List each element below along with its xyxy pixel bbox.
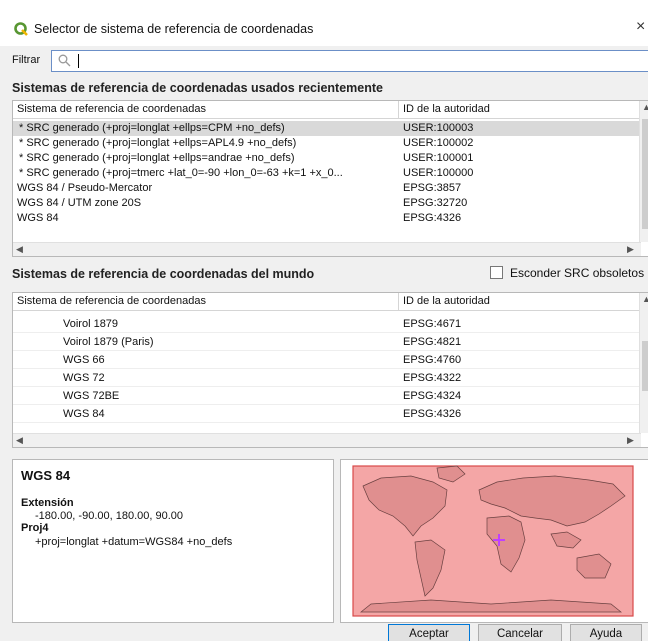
hide-deprecated-label[interactable]: Esconder SRC obsoletos bbox=[510, 266, 644, 280]
vertical-scrollbar[interactable]: ▲ bbox=[639, 293, 648, 433]
proj4-label: Proj4 bbox=[21, 522, 49, 534]
filter-label: Filtrar bbox=[12, 54, 41, 66]
recent-crs-table: Sistema de referencia de coordenadas ID … bbox=[12, 100, 648, 257]
crs-name-cell: * SRC generado (+proj=longlat +ellps=CPM… bbox=[19, 122, 285, 134]
column-divider[interactable] bbox=[398, 101, 399, 119]
horizontal-scrollbar[interactable]: ◀ ▶ bbox=[13, 242, 641, 256]
column-header-authority-id[interactable]: ID de la autoridad bbox=[403, 103, 490, 115]
authority-id-cell: EPSG:3857 bbox=[403, 182, 462, 194]
scroll-up-icon[interactable]: ▲ bbox=[642, 294, 648, 304]
extent-value: -180.00, -90.00, 180.00, 90.00 bbox=[35, 510, 184, 522]
authority-id-cell: EPSG:4324 bbox=[403, 390, 462, 402]
scrollbar-thumb[interactable] bbox=[642, 119, 648, 229]
accept-button[interactable]: Aceptar bbox=[388, 624, 470, 641]
help-button[interactable]: Ayuda bbox=[570, 624, 642, 641]
column-header-crs[interactable]: Sistema de referencia de coordenadas bbox=[17, 103, 206, 115]
column-divider[interactable] bbox=[398, 293, 399, 311]
crs-name-cell: Voirol 1879 bbox=[63, 318, 119, 330]
scroll-right-icon[interactable]: ▶ bbox=[627, 435, 634, 446]
tree-item[interactable]: WGS 72BE EPSG:4324 bbox=[13, 387, 641, 405]
tree-item[interactable]: WGS 84 EPSG:4326 bbox=[13, 405, 641, 423]
crs-name-cell: Voirol 1879 (Paris) bbox=[63, 336, 154, 348]
authority-id-cell: EPSG:32720 bbox=[403, 197, 468, 209]
authority-id-cell: USER:100001 bbox=[403, 152, 474, 164]
tree-item[interactable]: Voirol 1879 EPSG:4671 bbox=[13, 315, 641, 333]
world-crs-table: Sistema de referencia de coordenadas ID … bbox=[12, 292, 648, 448]
scroll-left-icon[interactable]: ◀ bbox=[16, 435, 23, 446]
table-row[interactable]: WGS 84 / UTM zone 20S EPSG:32720 bbox=[13, 196, 641, 211]
crs-name-cell: WGS 66 bbox=[63, 354, 105, 366]
scroll-right-icon[interactable]: ▶ bbox=[627, 244, 634, 255]
authority-id-cell: EPSG:4760 bbox=[403, 354, 462, 366]
authority-id-cell: EPSG:4326 bbox=[403, 408, 462, 420]
filter-row: Filtrar bbox=[0, 50, 648, 72]
window-title: Selector de sistema de referencia de coo… bbox=[34, 22, 314, 36]
authority-id-cell: EPSG:4821 bbox=[403, 336, 462, 348]
table-row[interactable]: WGS 84 / Pseudo-Mercator EPSG:3857 bbox=[13, 181, 641, 196]
table-row[interactable]: WGS 84 EPSG:4326 bbox=[13, 211, 641, 226]
crs-details-panel: WGS 84 Extensión -180.00, -90.00, 180.00… bbox=[12, 459, 334, 623]
tree-item[interactable]: WGS 72 EPSG:4322 bbox=[13, 369, 641, 387]
crs-name-cell: * SRC generado (+proj=tmerc +lat_0=-90 +… bbox=[19, 167, 343, 179]
crs-name-cell: WGS 84 bbox=[63, 408, 105, 420]
crs-name-cell: * SRC generado (+proj=longlat +ellps=and… bbox=[19, 152, 295, 164]
horizontal-scrollbar[interactable]: ◀ ▶ bbox=[13, 433, 641, 447]
crs-name-cell: WGS 84 bbox=[17, 212, 59, 224]
search-icon bbox=[58, 54, 71, 67]
selected-crs-name: WGS 84 bbox=[21, 468, 71, 483]
scrollbar-thumb[interactable] bbox=[642, 341, 648, 391]
qgis-logo-icon bbox=[14, 22, 28, 36]
world-table-header: Sistema de referencia de coordenadas ID … bbox=[13, 293, 648, 311]
crs-name-cell: WGS 72BE bbox=[63, 390, 120, 402]
recent-table-header: Sistema de referencia de coordenadas ID … bbox=[13, 101, 648, 119]
authority-id-cell: USER:100003 bbox=[403, 122, 474, 134]
scroll-left-icon[interactable]: ◀ bbox=[16, 244, 23, 255]
column-header-authority-id[interactable]: ID de la autoridad bbox=[403, 295, 490, 307]
table-row[interactable]: * SRC generado (+proj=longlat +ellps=APL… bbox=[13, 136, 641, 151]
world-section-title: Sistemas de referencia de coordenadas de… bbox=[12, 267, 315, 281]
tree-item[interactable]: WGS 66 EPSG:4760 bbox=[13, 351, 641, 369]
cancel-button[interactable]: Cancelar bbox=[478, 624, 562, 641]
column-header-crs[interactable]: Sistema de referencia de coordenadas bbox=[17, 295, 206, 307]
vertical-scrollbar[interactable]: ▲ bbox=[639, 101, 648, 242]
recent-section-title: Sistemas de referencia de coordenadas us… bbox=[12, 81, 383, 95]
filter-input[interactable] bbox=[51, 50, 648, 72]
hide-deprecated-checkbox[interactable] bbox=[490, 266, 503, 279]
crs-name-cell: * SRC generado (+proj=longlat +ellps=APL… bbox=[19, 137, 297, 149]
extent-map-preview bbox=[340, 459, 648, 623]
close-icon[interactable]: × bbox=[636, 18, 645, 36]
authority-id-cell: EPSG:4322 bbox=[403, 372, 462, 384]
crs-name-cell: WGS 84 / Pseudo-Mercator bbox=[17, 182, 153, 194]
authority-id-cell: USER:100002 bbox=[403, 137, 474, 149]
table-row[interactable]: * SRC generado (+proj=longlat +ellps=CPM… bbox=[13, 121, 641, 136]
title-bar: Selector de sistema de referencia de coo… bbox=[0, 0, 648, 46]
table-row[interactable]: * SRC generado (+proj=tmerc +lat_0=-90 +… bbox=[13, 166, 641, 181]
proj4-value: +proj=longlat +datum=WGS84 +no_defs bbox=[35, 536, 233, 548]
authority-id-cell: EPSG:4326 bbox=[403, 212, 462, 224]
authority-id-cell: USER:100000 bbox=[403, 167, 474, 179]
table-row[interactable]: * SRC generado (+proj=longlat +ellps=and… bbox=[13, 151, 641, 166]
authority-id-cell: EPSG:4671 bbox=[403, 318, 462, 330]
extent-label: Extensión bbox=[21, 497, 74, 509]
scroll-up-icon[interactable]: ▲ bbox=[642, 102, 648, 112]
crs-name-cell: WGS 72 bbox=[63, 372, 105, 384]
crs-name-cell: WGS 84 / UTM zone 20S bbox=[17, 197, 142, 209]
text-caret bbox=[78, 54, 79, 68]
tree-item[interactable]: Voirol 1879 (Paris) EPSG:4821 bbox=[13, 333, 641, 351]
